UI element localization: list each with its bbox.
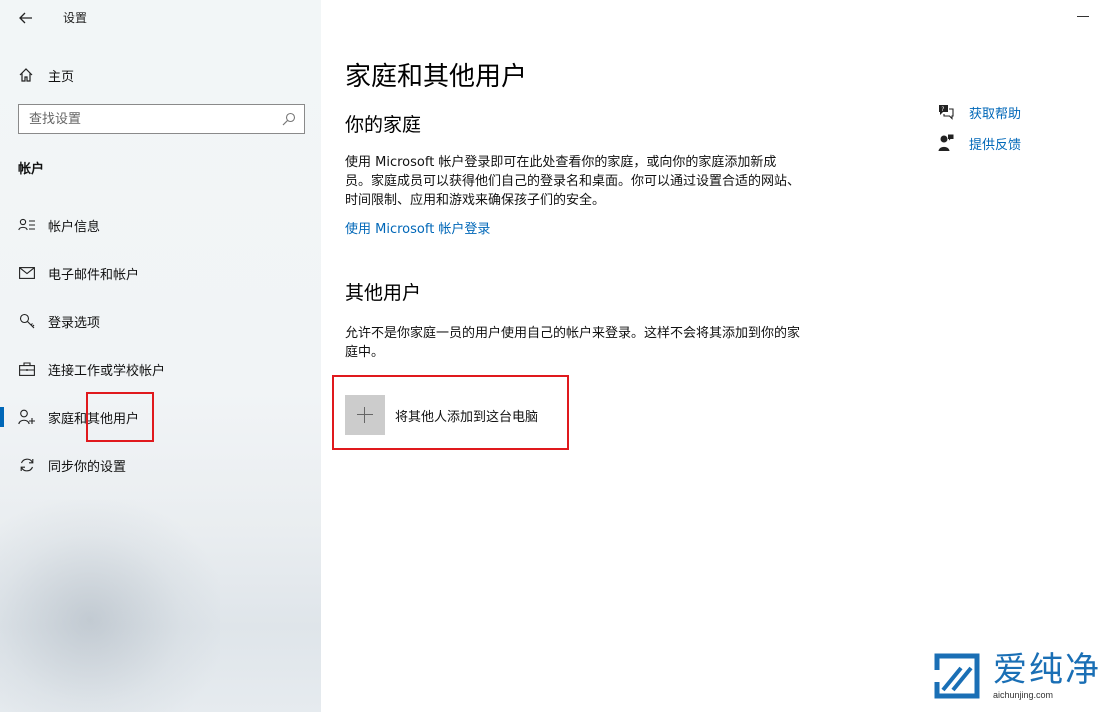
sidebar-item-label: 登录选项 [48, 315, 101, 331]
back-button[interactable] [14, 6, 38, 30]
svg-text:?: ? [941, 106, 944, 113]
main-content: 家庭和其他用户 你的家庭 使用 Microsoft 帐户登录即可在此处查看你的家… [321, 0, 1105, 712]
other-users-heading: 其他用户 [345, 282, 422, 304]
sidebar-item-sync[interactable]: 同步你的设置 [0, 445, 321, 485]
add-other-user-button[interactable]: 将其他人添加到这台电脑 [345, 395, 538, 435]
sidebar-item-account-info[interactable]: 帐户信息 [0, 205, 321, 245]
other-users-description: 允许不是你家庭一员的用户使用自己的帐户来登录。这样不会将其添加到你的家庭中。 [345, 326, 801, 360]
sidebar-item-sign-in-options[interactable]: 登录选项 [0, 301, 321, 341]
sidebar: 设置 主页 帐户 帐户信息 电 [0, 0, 321, 712]
minimize-button[interactable] [1077, 8, 1091, 22]
sidebar-item-label: 电子邮件和帐户 [48, 267, 140, 283]
sidebar-item-work-school[interactable]: 连接工作或学校帐户 [0, 349, 321, 389]
give-feedback-label: 提供反馈 [969, 137, 1022, 153]
section-title: 帐户 [18, 162, 45, 177]
home-nav-item[interactable]: 主页 [18, 64, 74, 86]
watermark-text: 爱纯净 [993, 650, 1101, 690]
plus-icon [345, 395, 385, 435]
family-description: 使用 Microsoft 帐户登录即可在此处查看你的家庭，或向你的家庭添加新成员… [345, 155, 801, 208]
sidebar-item-family-other-users[interactable]: 家庭和其他用户 [0, 397, 321, 437]
add-other-user-label: 将其他人添加到这台电脑 [395, 409, 539, 425]
sync-icon [18, 456, 36, 474]
briefcase-icon [18, 360, 36, 378]
person-add-icon [18, 408, 36, 426]
sidebar-item-label: 家庭和其他用户 [48, 411, 140, 427]
feedback-icon [936, 133, 956, 153]
app-title: 设置 [63, 11, 88, 25]
sidebar-item-label: 同步你的设置 [48, 459, 127, 475]
home-icon [19, 68, 33, 82]
sidebar-item-label: 连接工作或学校帐户 [48, 363, 166, 379]
account-info-icon [18, 216, 36, 234]
get-help-link[interactable]: ? 获取帮助 [936, 102, 1021, 122]
watermark-url: aichunjing.com [993, 690, 1054, 700]
mail-icon [18, 264, 36, 282]
title-bar: 设置 [0, 0, 321, 36]
home-label: 主页 [48, 69, 75, 85]
get-help-label: 获取帮助 [969, 106, 1022, 122]
back-arrow-icon [19, 12, 32, 24]
give-feedback-link[interactable]: 提供反馈 [936, 133, 1021, 153]
search-icon [282, 112, 296, 126]
key-icon [18, 312, 36, 330]
watermark: 爱纯净 aichunjing.com [931, 650, 1101, 702]
page-title: 家庭和其他用户 [345, 62, 528, 92]
search-box[interactable] [18, 104, 305, 134]
sidebar-item-email[interactable]: 电子邮件和帐户 [0, 253, 321, 293]
search-input[interactable] [19, 105, 304, 133]
chat-help-icon: ? [936, 102, 956, 122]
family-heading: 你的家庭 [345, 114, 422, 136]
microsoft-signin-link[interactable]: 使用 Microsoft 帐户登录 [345, 218, 490, 237]
sidebar-item-label: 帐户信息 [48, 219, 101, 235]
watermark-logo-icon [931, 653, 980, 699]
